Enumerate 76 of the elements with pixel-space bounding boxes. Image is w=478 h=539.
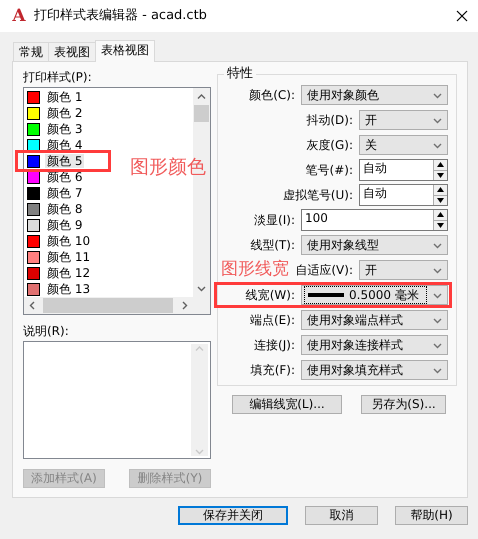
caret-icon[interactable]	[433, 290, 442, 300]
caret-icon[interactable]	[433, 140, 442, 150]
button[interactable]: 取消	[305, 506, 378, 525]
spin-field[interactable]: 自动	[359, 184, 448, 206]
spin-up-icon[interactable]	[437, 212, 444, 218]
button[interactable]: 帮助(H)	[395, 506, 468, 525]
caret-icon[interactable]	[433, 316, 442, 324]
spin-down-icon[interactable]	[437, 222, 444, 228]
dropdown[interactable]: 开	[359, 260, 448, 280]
dropdown[interactable]: 使用对象连接样式	[301, 335, 448, 355]
field-label: 填充(F):	[250, 362, 295, 378]
list-item[interactable]: 颜色 4	[45, 138, 84, 152]
field-label: 线宽(W):	[246, 288, 295, 302]
list-item[interactable]: 颜色 10	[45, 234, 92, 248]
spin-field[interactable]: 100	[301, 209, 448, 231]
scroll-thumb[interactable]	[43, 298, 173, 313]
field-label: 抖动(D):	[306, 112, 353, 128]
field-label: 自适应(V):	[295, 262, 353, 278]
list-item[interactable]: 颜色 1	[45, 90, 84, 104]
spin-up-icon[interactable]	[437, 187, 444, 192]
field-label: 灰度(G):	[306, 138, 353, 152]
field-label: 端点(E):	[250, 312, 295, 328]
caret-icon[interactable]	[433, 240, 442, 250]
list-item[interactable]: 颜色 12	[45, 266, 92, 280]
tab[interactable]: 常规	[13, 42, 49, 61]
window-title: 打印样式表编辑器 - acad.ctb	[34, 8, 207, 24]
scroll-thumb[interactable]	[194, 105, 209, 122]
app-logo: A	[11, 7, 27, 25]
dropdown[interactable]: 关	[359, 135, 448, 155]
scroll-left-icon[interactable]	[28, 301, 37, 310]
field-label: 线型(T):	[250, 238, 295, 252]
spin-up-icon[interactable]	[437, 162, 444, 168]
close-icon[interactable]	[456, 10, 468, 22]
field-label: 淡显(I):	[254, 212, 295, 228]
caret-icon[interactable]	[433, 266, 442, 274]
annotation-text: 图形线宽	[221, 259, 289, 280]
spin-field[interactable]: 自动	[359, 159, 448, 181]
scroll-up-icon[interactable]	[197, 92, 206, 101]
list-item[interactable]: 颜色 3	[45, 122, 84, 136]
button[interactable]: 编辑线宽(L)...	[232, 395, 342, 414]
field-label: 颜色(C):	[249, 88, 295, 102]
scroll-right-icon[interactable]	[180, 301, 189, 310]
description-label: 说明(R):	[23, 324, 70, 338]
caret-icon[interactable]	[433, 90, 442, 100]
field-label: 虚拟笔号(U):	[282, 188, 353, 202]
field-label: 连接(J):	[254, 338, 295, 352]
line-sample-icon	[308, 293, 344, 297]
dropdown[interactable]: 使用对象颜色	[301, 85, 448, 105]
dropdown[interactable]: 使用对象填充样式	[301, 360, 448, 380]
dropdown[interactable]: 开	[359, 110, 448, 130]
caret-icon[interactable]	[433, 340, 442, 350]
scroll-down-icon[interactable]	[197, 284, 206, 293]
group-title: 特性	[224, 66, 256, 82]
caret-icon[interactable]	[433, 116, 442, 124]
dropdown[interactable]: 0.5000 毫米	[301, 285, 448, 305]
button[interactable]: 保存并关闭	[178, 506, 288, 525]
list-item[interactable]: 颜色 6	[45, 170, 84, 184]
dropdown[interactable]: 使用对象线型	[301, 235, 448, 255]
dropdown[interactable]: 使用对象端点样式	[301, 310, 448, 330]
list-item[interactable]: 颜色 9	[45, 218, 84, 232]
annotation-text: 图形颜色	[130, 156, 206, 179]
list-item[interactable]: 颜色 13	[45, 282, 92, 296]
field-label: 笔号(#):	[306, 162, 353, 178]
scrollbar[interactable]	[24, 297, 210, 314]
list-item[interactable]: 颜色 2	[45, 106, 84, 120]
list-item[interactable]: 颜色 7	[45, 186, 84, 200]
list-item[interactable]: 颜色 8	[45, 202, 84, 216]
tab[interactable]: 表格视图	[95, 40, 155, 62]
button[interactable]: 另存为(S)...	[361, 395, 446, 414]
spin-down-icon[interactable]	[437, 172, 444, 178]
list-item[interactable]: 颜色 5	[45, 154, 84, 168]
list-item[interactable]: 颜色 11	[45, 250, 92, 264]
dropdown-value: 0.5000 毫米	[349, 288, 419, 302]
list-label: 打印样式(P):	[23, 70, 93, 84]
caret-icon[interactable]	[433, 366, 442, 374]
spin-down-icon[interactable]	[437, 198, 444, 203]
